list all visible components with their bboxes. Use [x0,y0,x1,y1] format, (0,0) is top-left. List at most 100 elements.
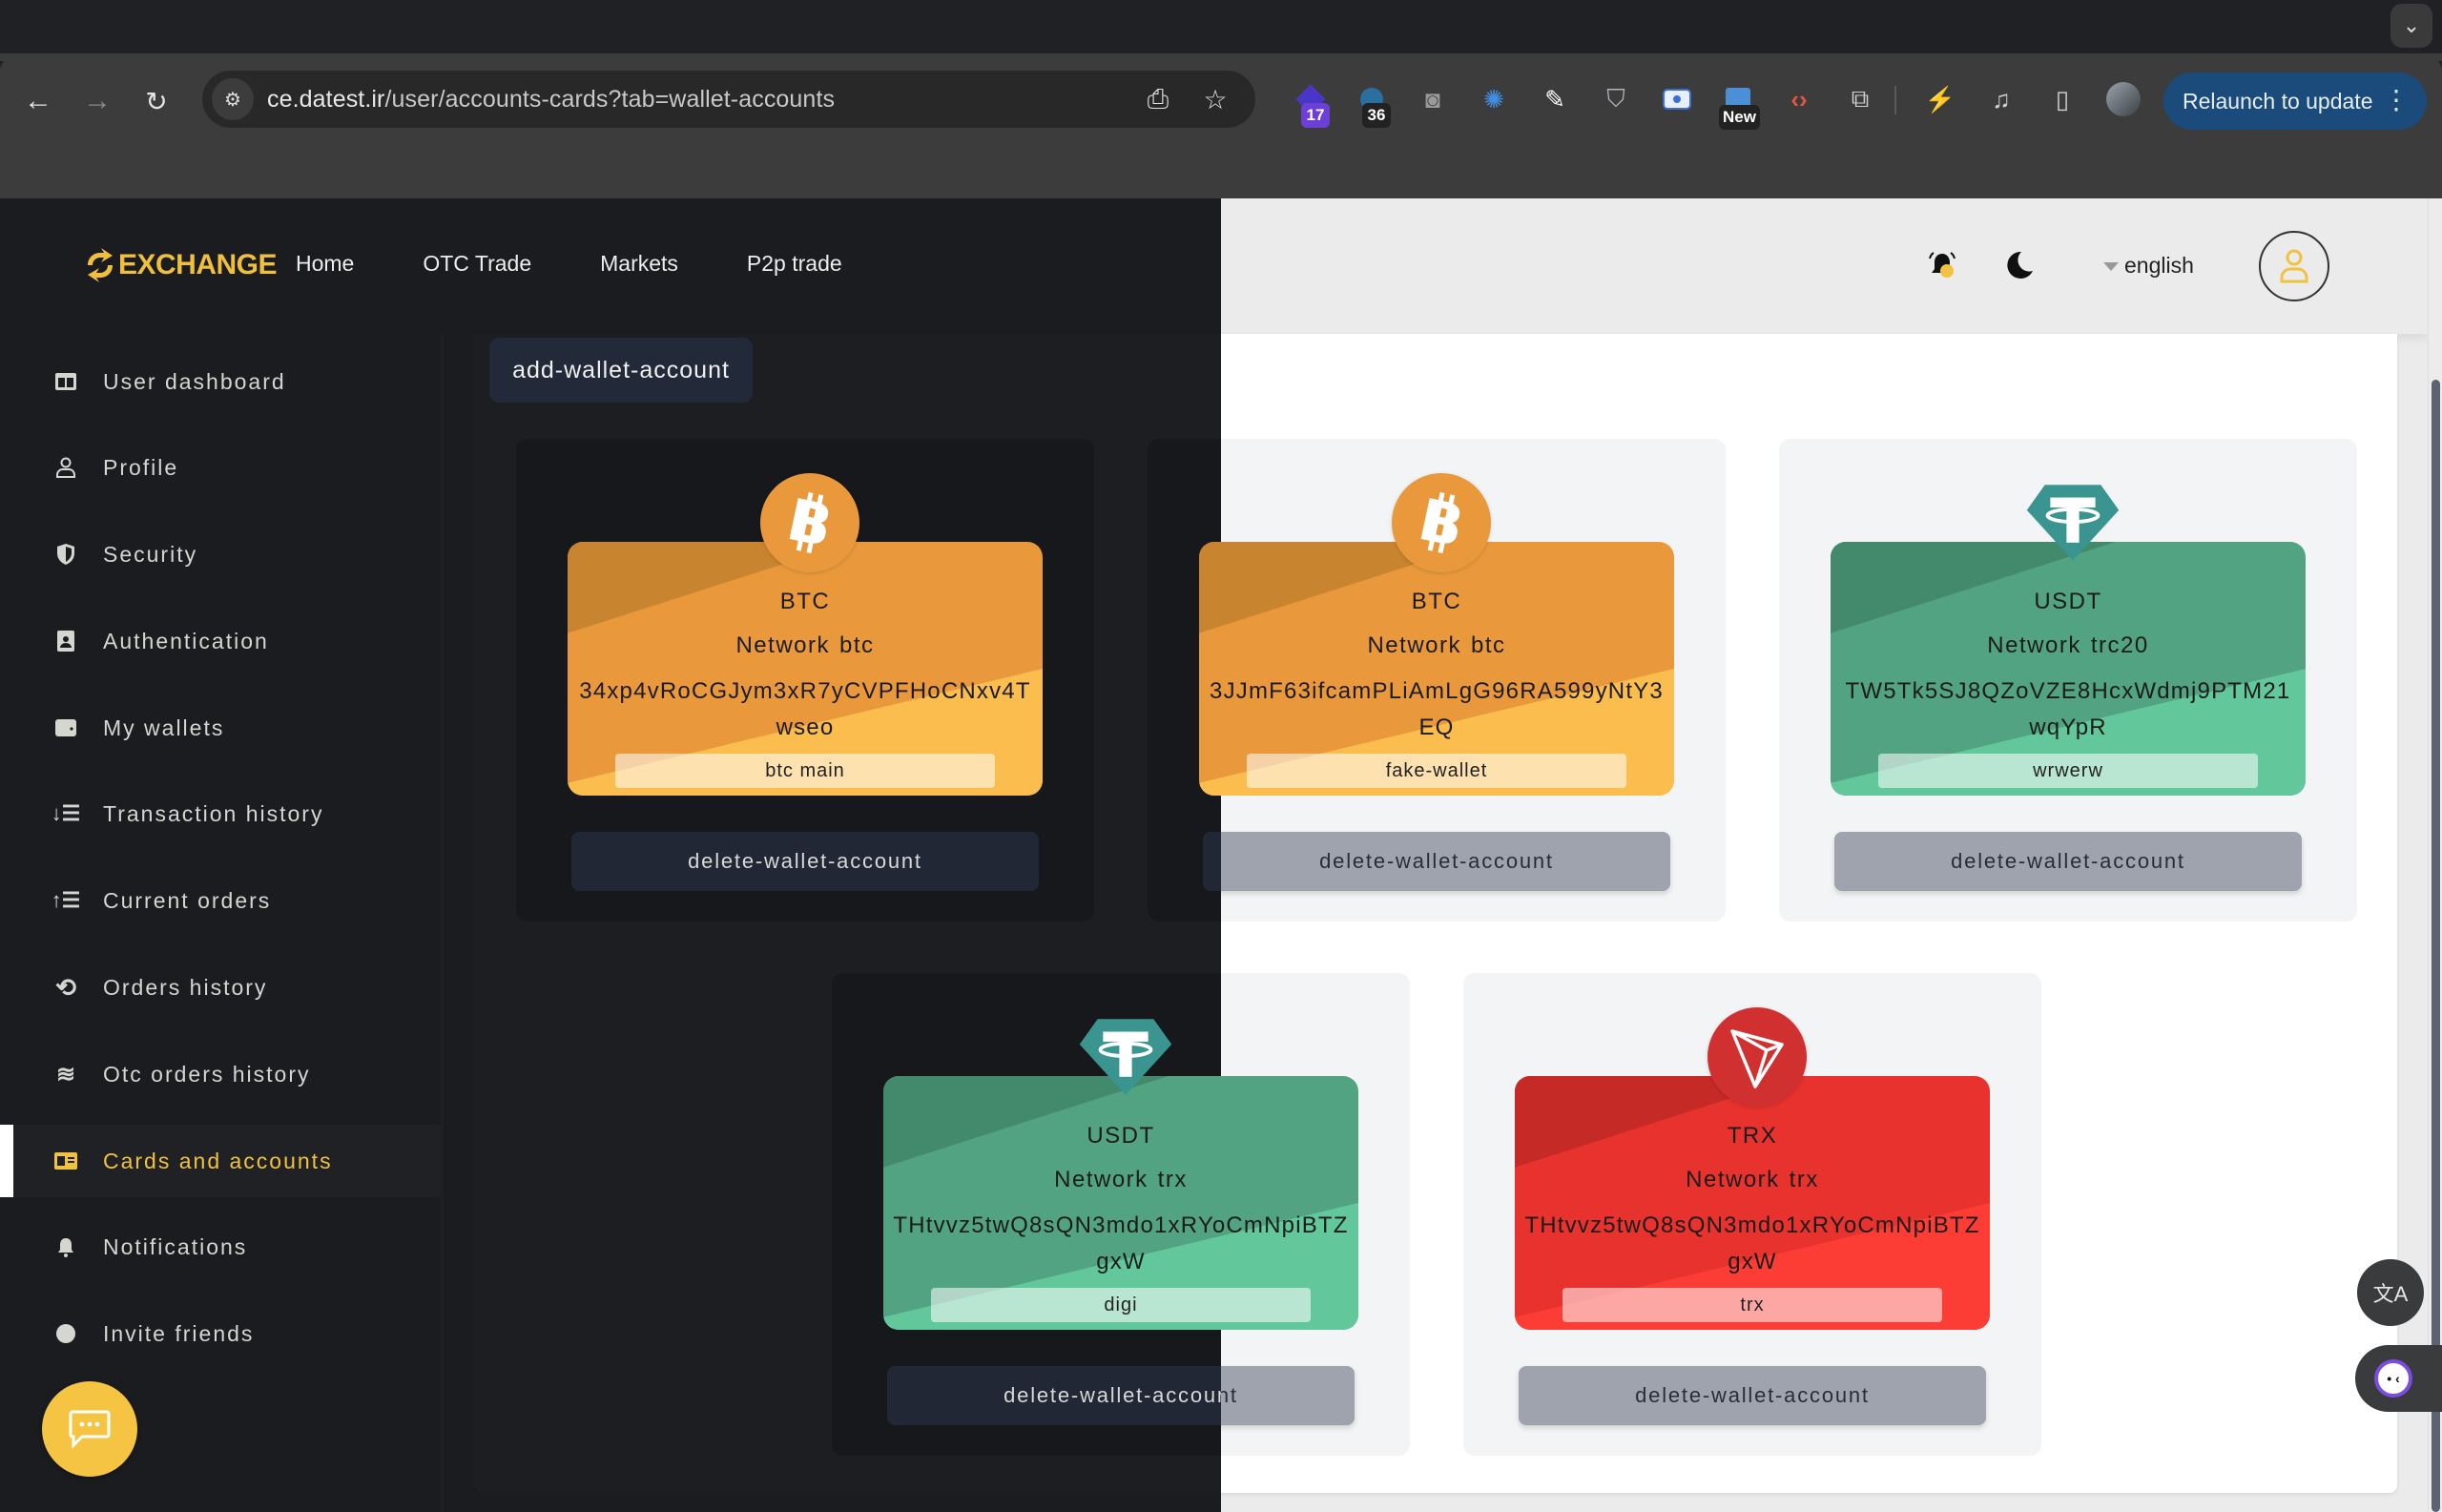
sidebar-item-label: My wallets [103,715,225,740]
install-app-icon[interactable]: ⎙ [1141,82,1175,116]
translate-button[interactable]: 文A [2357,1259,2424,1326]
scrollbar-thumb[interactable] [2432,380,2440,1512]
chat-bubble-icon [69,1410,111,1449]
nav-markets[interactable]: Markets [600,251,678,277]
media-controls-icon[interactable]: ♫ [1980,78,2022,120]
sidebar-item-notifications[interactable]: Notifications [0,1211,441,1283]
wallet-icon [53,715,78,740]
sidebar-item-otc-orders-history[interactable]: ≋ Otc orders history [0,1038,441,1110]
url-text[interactable]: ce.datest.ir/user/accounts-cards?tab=wal… [267,86,835,114]
sidebar-item-user-dashboard[interactable]: User dashboard [0,345,441,418]
sidebar-item-transaction-history[interactable]: ↓☰ Transaction history [0,777,441,850]
user-avatar-button[interactable] [2259,231,2329,301]
wallet-symbol: BTC [779,589,831,614]
puzzle-extensions-icon[interactable]: ⧉ [1839,78,1881,120]
site-settings-icon[interactable]: ⚙ [212,78,254,120]
caret-down-icon [2103,262,2119,271]
bookmark-star-icon[interactable]: ☆ [1198,82,1232,116]
wallet-address[interactable]: 34xp4vRoCGJym3xR7yCVPFHoCNxv4Twseo [568,673,1043,746]
wallet-card-text: TRX Network trx THtvvz5twQ8sQN3mdo1xRYoCm… [1515,1120,1990,1280]
delete-wallet-account-button[interactable]: delete-wallet-account [571,832,1039,891]
sidebar-item-cards-and-accounts[interactable]: Cards and accounts [0,1125,441,1197]
exchange-logo[interactable]: EXCHANGE [84,246,278,284]
network-label: Network [1054,1167,1149,1192]
sidebar: User dashboard Profile Security Authenticat… [0,334,441,1512]
wallet-card-face: TRX Network trx THtvvz5twQ8sQN3mdo1xRYoCm… [1515,1076,1990,1330]
more-menu-icon[interactable]: ⋮ [2383,84,2410,115]
layers-icon: ≋ [55,1061,76,1087]
wallet-address[interactable]: 3JJmF63ifcamPLiAmLgG96RA599yNtY3EQ [1199,673,1674,746]
wallet-symbol: USDT [2034,589,2102,614]
dark-mode-toggle[interactable] [1997,244,2039,286]
wallet-address[interactable]: THtvvz5twQ8sQN3mdo1xRYoCmNpiBTZgxW [1515,1208,1990,1280]
code-ext-icon[interactable]: ‹› [1778,78,1820,120]
sidebar-item-current-orders[interactable]: ↑☰ Current orders [0,864,441,937]
sidebar-item-security[interactable]: Security [0,518,441,590]
sidebar-item-label: Cards and accounts [103,1148,333,1173]
extension-badge: New [1719,105,1760,130]
sidebar-item-profile[interactable]: Profile [0,431,441,504]
wallet-card-face: USDT Network trc20 TW5Tk5SJ8QZoVZE8HcxWdm… [1831,542,2306,796]
sidebar-item-orders-history[interactable]: ⟲ Orders history [0,951,441,1024]
sidebar-item-label: Invite friends [103,1320,255,1346]
dashboard-icon [53,369,78,394]
sidebar-item-label: Notifications [103,1233,248,1259]
wallet-address[interactable]: TW5Tk5SJ8QZoVZE8HcxWdmj9PTM21wqYpR [1831,673,2306,746]
wallet-card: BTC Network btc 34xp4vRoCGJym3xR7yCVPFHoC… [516,439,1094,922]
reload-icon[interactable]: ↻ [137,82,176,120]
coin-badge [1076,1007,1175,1107]
record-ext-icon[interactable] [1656,78,1698,120]
notification-bell-button[interactable] [1921,244,1963,286]
sort-down-icon: ↓☰ [51,801,81,825]
delete-wallet-account-button[interactable]: delete-wallet-account [1519,1366,1986,1425]
sidebar-item-authentication[interactable]: Authentication [0,605,441,677]
new-ext-icon[interactable]: New [1717,78,1760,130]
sidebar-item-invite-friends[interactable]: Invite friends [0,1297,441,1370]
nav-p2p-trade[interactable]: P2p trade [747,251,842,277]
chat-support-button[interactable] [42,1381,137,1477]
bitcoin-icon: B [783,491,837,554]
language-selector[interactable]: english [2103,253,2194,279]
page-viewport: EXCHANGE Home OTC Trade Markets P2p trad… [0,198,2442,1512]
wallet-network: Network btc [1199,630,1674,673]
nav-home[interactable]: Home [296,251,354,277]
wallet-card: BTC Network btc 3JJmF63ifcamPLiAmLgG96RA5… [1148,439,1726,922]
side-panel-icon[interactable]: ▯ [2041,78,2083,120]
network-label: Network [1686,1167,1780,1192]
assistant-button[interactable]: • ‹ [2355,1345,2442,1412]
delete-wallet-account-button[interactable]: delete-wallet-account [1203,832,1670,891]
forward-arrow-icon[interactable]: → [78,82,116,120]
ext-2-icon[interactable]: 36 [1351,78,1393,128]
wallet-card-text: BTC Network btc 3JJmF63ifcamPLiAmLgG96RA5… [1199,586,1674,746]
page-scrollbar[interactable] [2428,198,2442,1512]
aperture-ext-icon[interactable]: ✺ [1473,78,1515,120]
address-bar[interactable]: ⚙ ce.datest.ir/user/accounts-cards?tab=w… [202,71,1255,128]
coin-badge [1707,1007,1807,1107]
coin-badge [2023,473,2122,572]
toolbar-separator [1894,86,1896,114]
shield-ext-icon[interactable]: ⛉ [1595,78,1637,120]
moon-icon [2007,251,2033,279]
wallet-card: TRX Network trx THtvvz5twQ8sQN3mdo1xRYoCm… [1463,973,2041,1456]
add-wallet-account-button[interactable]: add-wallet-account [489,338,753,403]
performance-icon[interactable]: ⚡ [1919,78,1961,120]
coin-badge: B [1392,473,1491,572]
translate-icon: 文A [2372,1282,2409,1306]
sidebar-item-my-wallets[interactable]: My wallets [0,692,441,764]
wallet-symbol: BTC [1411,589,1462,614]
back-arrow-icon[interactable]: ← [19,82,57,120]
ext-1-icon[interactable]: 17 [1290,78,1332,128]
nav-otc-trade[interactable]: OTC Trade [423,251,531,277]
relaunch-to-update-button[interactable]: Relaunch to update ⋮ [2163,72,2427,130]
url-host: ce.datest.ir [267,86,385,113]
network-value: trx [1789,1167,1819,1192]
sidebar-item-label: Authentication [103,628,269,653]
tab-search-chevron-icon[interactable]: ⌄ [2390,4,2432,48]
network-value: btc [839,632,875,658]
sort-up-icon: ↑☰ [51,888,81,912]
eyedropper-ext-icon[interactable]: ✎ [1534,78,1576,120]
delete-wallet-account-button[interactable]: delete-wallet-account [1834,832,2302,891]
browser-tab-strip: ⌄ [0,0,2442,61]
camera-ext-icon[interactable]: ◙ [1412,78,1454,120]
profile-avatar-icon[interactable] [2102,78,2144,120]
